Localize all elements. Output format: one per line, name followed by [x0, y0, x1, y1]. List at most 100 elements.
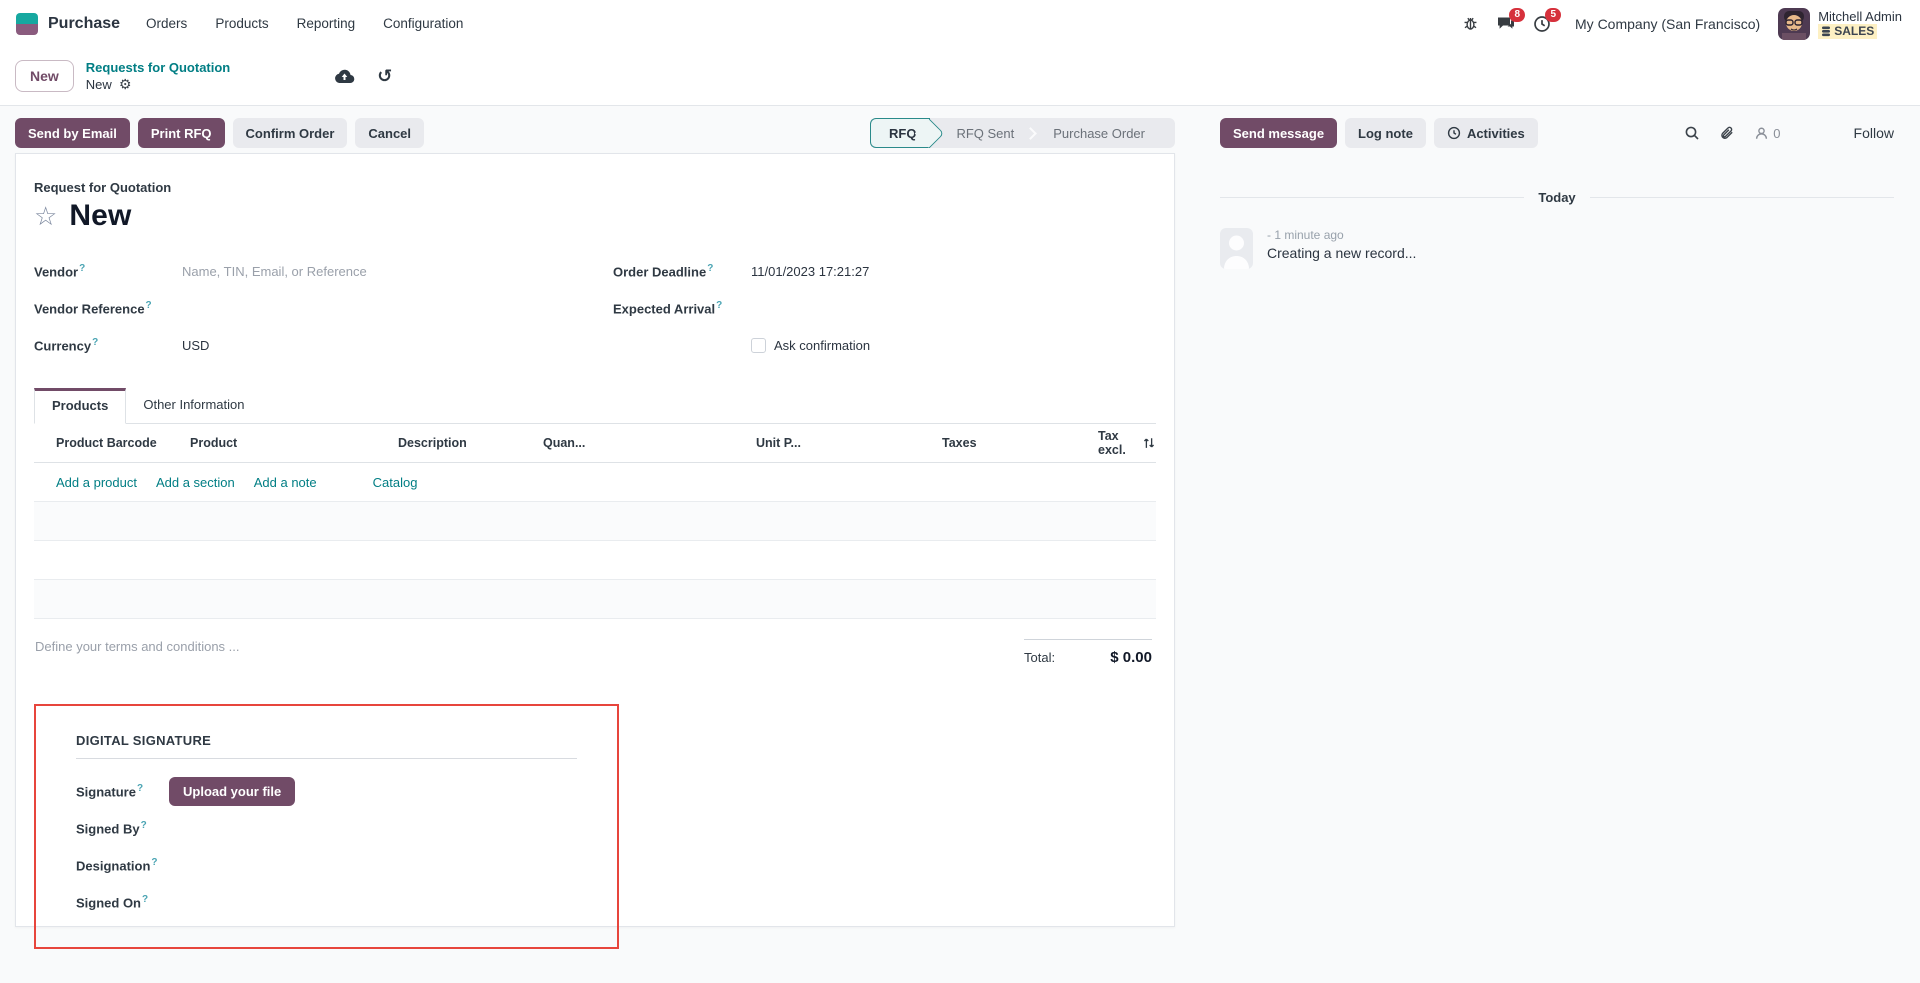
activities-count-badge: 5 [1545, 7, 1562, 22]
company-switcher[interactable]: My Company (San Francisco) [1575, 16, 1760, 32]
empty-table-row [34, 580, 1156, 619]
activity-clock-icon [1447, 126, 1461, 140]
status-step-rfq-sent[interactable]: RFQ Sent [930, 118, 1030, 148]
date-divider: Today [1220, 190, 1895, 205]
ask-confirmation-label: Ask confirmation [774, 338, 871, 353]
signed-by-label: Signed By? [76, 820, 147, 837]
help-icon: ? [151, 857, 158, 869]
activities-button[interactable]: Activities [1433, 118, 1538, 148]
messages-icon[interactable]: 8 [1497, 8, 1526, 32]
user-name: Mitchell Admin [1818, 8, 1902, 24]
status-step-rfq[interactable]: RFQ [869, 118, 931, 148]
database-icon [1821, 26, 1831, 37]
upload-your-file-button[interactable]: Upload your file [169, 777, 296, 806]
log-note-button[interactable]: Log note [1345, 118, 1426, 148]
save-cloud-icon[interactable] [334, 69, 355, 84]
form-sheet: Request for Quotation ☆ New Vendor? Vend… [15, 153, 1175, 949]
order-deadline-field-row: Order Deadline? 11/01/2023 17:21:27 [613, 253, 1156, 290]
document-type-label: Request for Quotation [34, 180, 172, 195]
menu-reporting[interactable]: Reporting [297, 16, 356, 31]
content-area: Send by Email Print RFQ Confirm Order Ca… [0, 106, 1920, 949]
new-button[interactable]: New [15, 60, 74, 92]
column-product-barcode[interactable]: Product Barcode [56, 436, 190, 450]
vendor-reference-label: Vendor Reference? [34, 300, 152, 317]
tab-products[interactable]: Products [34, 388, 127, 424]
add-a-note-link[interactable]: Add a note [254, 475, 317, 490]
add-a-section-link[interactable]: Add a section [156, 475, 235, 490]
add-a-product-link[interactable]: Add a product [56, 475, 137, 490]
activities-clock-icon[interactable]: 5 [1533, 7, 1562, 33]
help-icon: ? [92, 337, 99, 349]
currency-label: Currency? [34, 337, 99, 354]
ask-confirmation-field-row: Ask confirmation [613, 327, 1156, 364]
message-text: Creating a new record... [1267, 245, 1417, 261]
main-menu: Orders Products Reporting Configuration [146, 16, 463, 31]
vendor-field-row: Vendor? [34, 253, 577, 290]
cancel-button[interactable]: Cancel [355, 118, 425, 148]
total-box: Total: $ 0.00 [1024, 639, 1152, 666]
column-unit-price[interactable]: Unit P... [756, 436, 942, 450]
vendor-reference-input[interactable] [182, 301, 462, 316]
currency-field-row: Currency? USD [34, 327, 577, 364]
column-taxes[interactable]: Taxes [942, 436, 1098, 450]
form-fields: Vendor? Vendor Reference? Currency? USD [34, 253, 1156, 364]
status-step-purchase-order[interactable]: Purchase Order [1037, 118, 1161, 148]
print-rfq-button[interactable]: Print RFQ [137, 118, 225, 148]
column-description[interactable]: Description [398, 436, 543, 450]
signature-field-row: Signature? Upload your file [76, 773, 577, 810]
breadcrumb-current: New [85, 77, 112, 92]
order-deadline-value[interactable]: 11/01/2023 17:21:27 [751, 264, 869, 279]
expected-arrival-input[interactable] [751, 301, 1031, 316]
column-product[interactable]: Product [190, 436, 398, 450]
total-label: Total: [1024, 650, 1056, 665]
favorite-star-icon[interactable]: ☆ [34, 203, 57, 229]
breadcrumb: Requests for Quotation New ⚙ [86, 59, 230, 93]
help-icon: ? [716, 300, 723, 312]
ask-confirmation-checkbox[interactable] [751, 338, 766, 353]
gear-icon[interactable]: ⚙ [119, 76, 132, 93]
messages-count-badge: 8 [1509, 8, 1526, 22]
discard-changes-icon[interactable]: ↺ [377, 67, 392, 85]
breadcrumb-parent-link[interactable]: Requests for Quotation [86, 59, 230, 76]
currency-value[interactable]: USD [182, 338, 209, 353]
menu-configuration[interactable]: Configuration [383, 16, 463, 31]
optional-columns-icon[interactable] [1142, 436, 1156, 450]
vendor-reference-field-row: Vendor Reference? [34, 290, 577, 327]
send-message-button[interactable]: Send message [1220, 118, 1338, 148]
terms-and-conditions-input[interactable] [35, 639, 455, 654]
confirm-order-button[interactable]: Confirm Order [232, 118, 348, 148]
column-tax-excl[interactable]: Tax excl. [1098, 429, 1126, 457]
app-name[interactable]: Purchase [48, 15, 120, 33]
record-title: New [69, 199, 132, 232]
catalog-link[interactable]: Catalog [373, 475, 418, 490]
followers-button[interactable]: 0 [1754, 126, 1781, 141]
app-switcher[interactable]: Purchase [16, 12, 120, 35]
message-avatar [1220, 228, 1253, 269]
search-messages-icon[interactable] [1684, 125, 1700, 141]
follow-button[interactable]: Follow [1854, 125, 1894, 141]
vendor-input[interactable] [182, 264, 462, 279]
expected-arrival-field-row: Expected Arrival? [613, 290, 1156, 327]
user-menu[interactable]: Mitchell Admin SALES [1778, 7, 1902, 40]
user-avatar [1778, 7, 1811, 40]
menu-orders[interactable]: Orders [146, 16, 187, 31]
empty-table-row [34, 502, 1156, 541]
form-column: Send by Email Print RFQ Confirm Order Ca… [0, 113, 1190, 949]
tab-other-information[interactable]: Other Information [126, 388, 261, 423]
help-icon: ? [145, 300, 152, 312]
message-timestamp: - 1 minute ago [1267, 228, 1344, 242]
top-navbar: Purchase Orders Products Reporting Confi… [0, 0, 1920, 47]
digital-signature-title: DIGITAL SIGNATURE [76, 733, 212, 748]
date-divider-label: Today [1538, 190, 1576, 205]
order-line-actions: Add a product Add a section Add a note C… [34, 463, 1156, 502]
send-by-email-button[interactable]: Send by Email [15, 118, 130, 148]
empty-table-row [34, 541, 1156, 580]
debug-bug-icon[interactable] [1462, 15, 1479, 32]
designation-field-row: Designation? [76, 847, 577, 884]
attachments-paperclip-icon[interactable] [1719, 125, 1735, 141]
digital-signature-section: DIGITAL SIGNATURE Signature? Upload your… [34, 704, 619, 949]
signed-on-label: Signed On? [76, 894, 149, 911]
menu-products[interactable]: Products [215, 16, 268, 31]
unsaved-indicator: ↺ [334, 67, 392, 85]
column-quantity[interactable]: Quan... [543, 436, 756, 450]
